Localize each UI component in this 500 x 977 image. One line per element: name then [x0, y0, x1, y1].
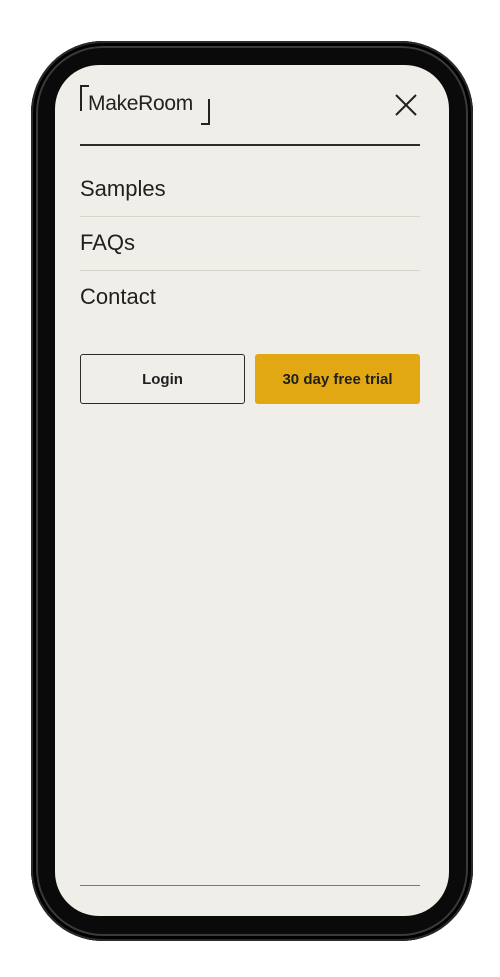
- nav-item-faqs[interactable]: FAQs: [80, 217, 420, 271]
- logo-bracket-bottom-right: [201, 99, 210, 125]
- menu-header: MakeRoom: [80, 85, 420, 146]
- main-nav: Samples FAQs Contact: [80, 163, 420, 325]
- menu-actions: Login 30 day free trial: [80, 354, 420, 404]
- close-button[interactable]: [392, 91, 420, 119]
- nav-item-samples[interactable]: Samples: [80, 163, 420, 217]
- nav-item-label: FAQs: [80, 230, 136, 255]
- login-button-label: Login: [142, 370, 183, 388]
- mobile-menu-screen: MakeRoom Samples FAQs Contact Login 30 d…: [55, 65, 449, 916]
- footer-divider: [80, 885, 420, 886]
- brand-logo[interactable]: MakeRoom: [80, 85, 210, 125]
- login-button[interactable]: Login: [80, 354, 245, 404]
- brand-name: MakeRoom: [88, 92, 193, 115]
- free-trial-button-label: 30 day free trial: [282, 370, 393, 388]
- nav-item-contact[interactable]: Contact: [80, 271, 420, 325]
- close-icon: [395, 94, 417, 116]
- nav-item-label: Contact: [80, 284, 156, 309]
- nav-item-label: Samples: [80, 176, 166, 201]
- free-trial-button[interactable]: 30 day free trial: [255, 354, 420, 404]
